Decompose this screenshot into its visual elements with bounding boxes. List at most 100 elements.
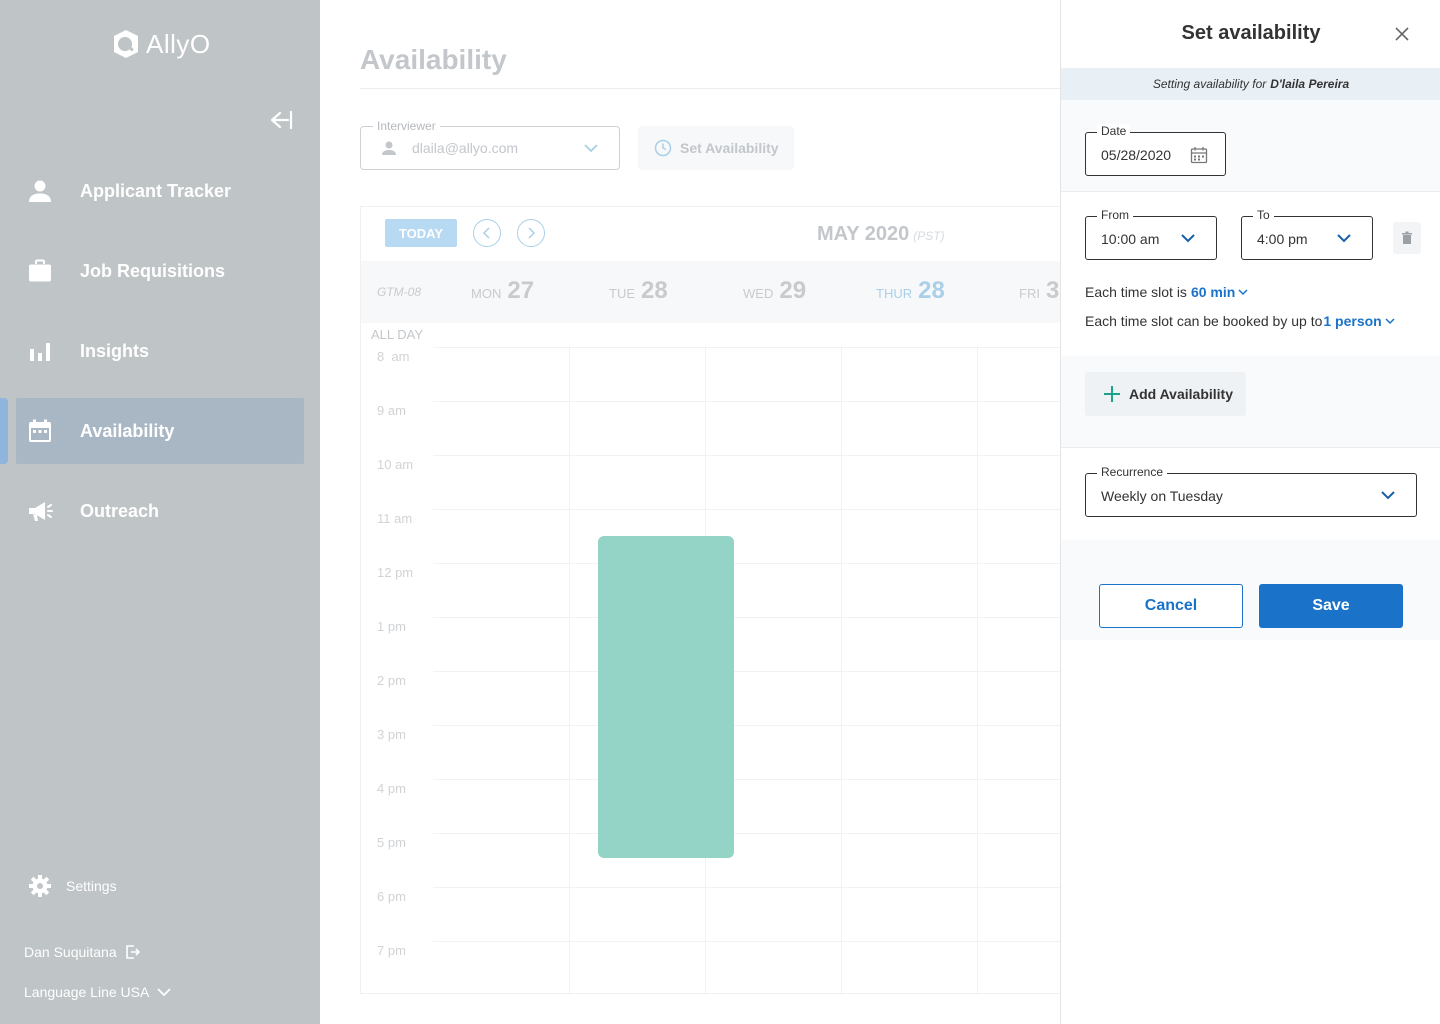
sidebar-item-label: Insights [80,340,150,361]
to-value: 4:00 pm [1257,231,1308,247]
hour-row[interactable] [433,455,1060,509]
sidebar-item-availability[interactable]: Availability [0,398,304,464]
sidebar-item-label: Applicant Tracker [80,180,232,201]
from-value: 10:00 am [1101,231,1160,247]
day-column-header[interactable]: TUE 28 [609,277,668,305]
month-name: MAY 2020 [817,223,910,245]
next-week-button[interactable] [517,219,545,247]
recurrence-select[interactable]: Recurrence Weekly on Tuesday [1085,465,1417,517]
hour-label: 1 pm [377,619,406,634]
hour-label: 9 am [377,403,406,418]
interviewer-select[interactable]: Interviewer dlaila@allyo.com [360,119,620,170]
day-header: GTM-08 MON 27 TUE 28 WED 29 THUR 28 FRI … [361,261,1060,323]
set-availability-button[interactable]: Set Availability [638,126,794,170]
clock-icon [654,139,672,157]
prev-week-button[interactable] [473,219,501,247]
recurrence-section: Recurrence Weekly on Tuesday [1061,448,1440,540]
day-column-header-current[interactable]: THUR 28 [876,277,945,305]
hour-row[interactable] [433,725,1060,779]
gmt-label: GTM-08 [377,285,422,299]
availability-block[interactable] [598,536,734,858]
hour-label: 12 pm [377,565,414,580]
slot-capacity-row: Each time slot can be booked by up to 1 … [1085,313,1395,329]
sidebar-item-label: Availability [80,420,175,441]
hour-row[interactable] [433,833,1060,887]
hour-label: 7 pm [377,943,406,958]
slot-duration-value: 60 min [1190,284,1236,300]
day-name: THUR [876,286,913,301]
logout-icon[interactable] [125,944,141,960]
chevron-down-icon [584,144,598,153]
allyo-logo-icon [114,30,138,58]
add-availability-button[interactable]: Add Availability [1085,372,1246,416]
hour-row[interactable] [433,617,1060,671]
hour-row[interactable] [433,941,1060,995]
day-name: MON [471,286,502,301]
hour-row[interactable] [433,509,1060,563]
time-range-section: From 10:00 am To 4:00 pm Each time slot … [1061,192,1440,356]
day-column-header[interactable]: FRI 31 [1019,277,1060,305]
slot-duration-select[interactable]: 60 min [1191,284,1248,300]
time-grid[interactable]: 8 am 9 am 10 am 11 am 12 pm 1 pm 2 pm 3 pm 4 pm 5… [377,347,1060,995]
hour-label: 6 pm [377,889,406,904]
to-label: To [1253,208,1274,222]
sidebar-nav: Applicant Tracker Job Requisitions Insig… [0,158,320,558]
today-button[interactable]: TODAY [385,219,457,247]
slot-capacity-prefix: Each time slot can be booked by up to [1085,313,1323,329]
day-name: FRI [1019,286,1040,301]
hour-row[interactable] [433,671,1060,725]
set-availability-drawer: Set availability Setting availability fo… [1060,0,1440,1024]
collapse-sidebar-icon[interactable] [266,108,294,132]
hour-label: 3 pm [377,727,406,742]
hour-row[interactable] [433,887,1060,941]
hour-label: 11 am [377,511,413,526]
settings-label: Settings [66,878,117,894]
user-account[interactable]: Dan Suquitana [24,944,141,960]
main-content: Availability Interviewer dlaila@allyo.co… [320,0,1060,1024]
person-icon [382,141,396,155]
sidebar-item-job-requisitions[interactable]: Job Requisitions [0,238,320,304]
cancel-button[interactable]: Cancel [1099,584,1243,628]
to-time-select[interactable]: To 4:00 pm [1241,208,1373,260]
org-selector[interactable]: Language Line USA [24,984,171,1000]
settings-link[interactable]: Settings [28,874,117,898]
slot-duration-prefix: Each time slot is [1085,284,1187,300]
trash-icon [1402,231,1412,244]
divider [360,88,1060,89]
from-time-select[interactable]: From 10:00 am [1085,208,1217,260]
day-date: 28 [918,277,945,304]
hour-row[interactable] [433,563,1060,617]
calendar-icon [29,419,51,442]
recurrence-label: Recurrence [1097,465,1168,479]
interviewer-label: Interviewer [373,119,440,133]
date-value: 05/28/2020 [1101,147,1172,163]
drawer-actions: Cancel Save [1061,540,1440,640]
date-field[interactable]: Date 05/28/2020 [1085,124,1226,176]
chevron-down-icon [1381,491,1395,500]
hour-row[interactable] [433,401,1060,455]
day-column-header[interactable]: WED 29 [743,277,806,305]
hour-row[interactable] [433,347,1060,401]
slot-capacity-select[interactable]: 1 person [1323,313,1395,329]
delete-time-range-button[interactable] [1393,222,1421,254]
plus-icon [1104,386,1120,402]
day-name: WED [743,286,774,301]
megaphone-icon [29,502,53,521]
add-availability-section: Add Availability [1061,356,1440,448]
close-icon[interactable] [1394,26,1410,42]
save-button[interactable]: Save [1259,584,1403,628]
chevron-down-icon [1385,317,1395,324]
calendar-icon[interactable] [1190,146,1208,164]
day-date: 27 [507,277,535,304]
org-name: Language Line USA [24,984,150,1000]
allyo-logo[interactable]: AllyO [110,28,211,60]
hour-row[interactable] [433,779,1060,833]
sidebar-item-outreach[interactable]: Outreach [0,478,320,544]
chevron-down-icon [157,988,171,997]
day-column-header[interactable]: MON 27 [471,277,534,305]
sidebar-item-insights[interactable]: Insights [0,318,320,384]
day-date: 29 [779,277,807,304]
brand-name: AllyO [146,28,211,59]
sidebar-item-applicant-tracker[interactable]: Applicant Tracker [0,158,320,224]
chevron-right-icon [528,227,536,239]
